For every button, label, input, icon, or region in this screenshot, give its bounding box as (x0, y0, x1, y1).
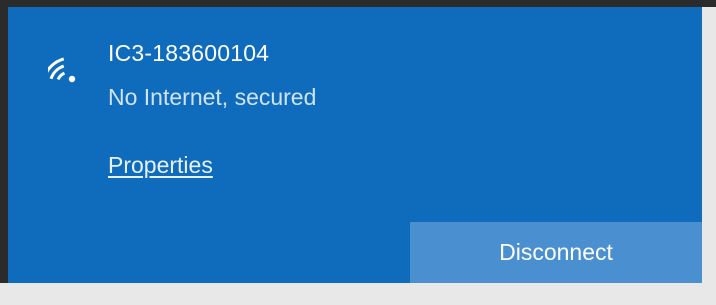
network-status: No Internet, secured (108, 84, 317, 110)
disconnect-button[interactable]: Disconnect (410, 222, 702, 283)
window-frame: IC3-183600104 No Internet, secured Prope… (0, 0, 716, 305)
wifi-icon (48, 57, 76, 83)
network-name: IC3-183600104 (108, 40, 270, 66)
bottom-edge (0, 283, 716, 305)
properties-link[interactable]: Properties (108, 152, 213, 179)
right-edge (702, 7, 716, 283)
